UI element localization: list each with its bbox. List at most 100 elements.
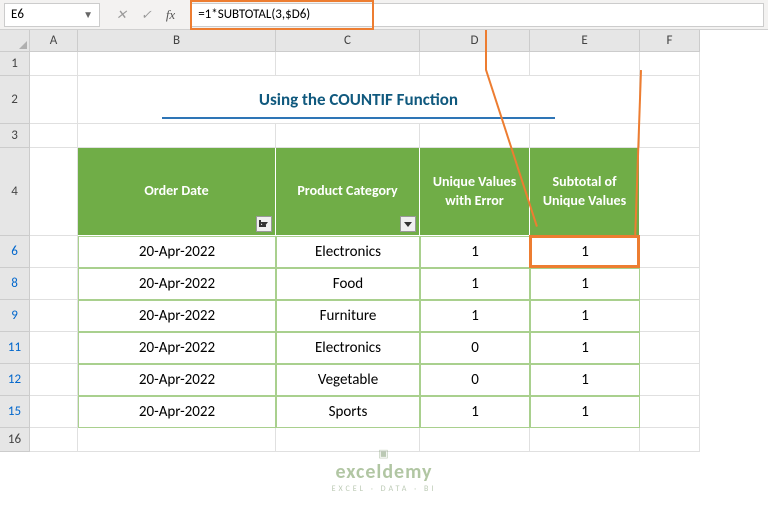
table-row: 20-Apr-2022 Food 1 1	[30, 268, 768, 300]
cell[interactable]	[530, 428, 640, 452]
cell-cat[interactable]: Vegetable	[276, 364, 420, 396]
formula-bar-icons: ✕ ✓ fx	[102, 7, 189, 23]
cell[interactable]	[640, 396, 700, 428]
cell-sub[interactable]: 1	[530, 300, 640, 332]
cell-cat[interactable]: Electronics	[276, 332, 420, 364]
header-product-category[interactable]: Product Category	[276, 148, 420, 236]
cell[interactable]	[640, 332, 700, 364]
row-header-6[interactable]: 6	[0, 236, 30, 268]
cell[interactable]	[78, 52, 276, 76]
cell[interactable]	[276, 52, 420, 76]
cell-sub[interactable]: 1	[530, 364, 640, 396]
cell[interactable]	[78, 428, 276, 452]
row-header-15[interactable]: 15	[0, 396, 30, 428]
cell[interactable]	[30, 396, 78, 428]
cell-uniq[interactable]: 1	[420, 396, 530, 428]
cell[interactable]	[78, 124, 276, 148]
cell[interactable]	[640, 124, 700, 148]
row-header-3[interactable]: 3	[0, 124, 30, 148]
row-headers: 1 2 3 4 6 8 9 11 12 15 16	[0, 52, 30, 452]
name-box-value: E6	[11, 7, 24, 22]
col-header-d[interactable]: D	[420, 30, 530, 52]
header-unique-values[interactable]: Unique Values with Error	[420, 148, 530, 236]
cell-date[interactable]: 20-Apr-2022	[78, 332, 276, 364]
cell[interactable]	[30, 124, 78, 148]
cell-cat[interactable]: Furniture	[276, 300, 420, 332]
cell-sub[interactable]: 1	[530, 332, 640, 364]
row-header-12[interactable]: 12	[0, 364, 30, 396]
page-title: Using the COUNTIF Function	[259, 89, 458, 110]
table-row: 20-Apr-2022 Sports 1 1	[30, 396, 768, 428]
formula-text: =1*SUBTOTAL(3,$D6)	[198, 7, 310, 22]
col-header-c[interactable]: C	[276, 30, 420, 52]
col-header-b[interactable]: B	[78, 30, 276, 52]
name-box[interactable]: E6 ▼	[4, 3, 100, 27]
filter-icon[interactable]	[256, 216, 272, 232]
cell-sub[interactable]: 1	[530, 396, 640, 428]
cell-date[interactable]: 20-Apr-2022	[78, 364, 276, 396]
cell[interactable]	[640, 428, 700, 452]
row-header-1[interactable]: 1	[0, 52, 30, 76]
cell-sub[interactable]: 1	[530, 236, 640, 268]
cell-date[interactable]: 20-Apr-2022	[78, 396, 276, 428]
row-header-2[interactable]: 2	[0, 76, 30, 124]
cell[interactable]	[640, 300, 700, 332]
row-header-8[interactable]: 8	[0, 268, 30, 300]
cell[interactable]	[530, 52, 640, 76]
col-header-f[interactable]: F	[640, 30, 700, 52]
cell[interactable]	[30, 52, 78, 76]
fx-icon[interactable]: fx	[166, 7, 175, 23]
cell[interactable]	[276, 124, 420, 148]
cell[interactable]	[30, 236, 78, 268]
cell-uniq[interactable]: 0	[420, 364, 530, 396]
formula-input[interactable]: =1*SUBTOTAL(3,$D6)	[191, 3, 764, 27]
row-header-11[interactable]: 11	[0, 332, 30, 364]
header-subtotal[interactable]: Subtotal of Unique Values	[530, 148, 640, 236]
cell-sub[interactable]: 1	[530, 268, 640, 300]
header-label: Product Category	[297, 182, 397, 200]
cell[interactable]	[420, 52, 530, 76]
watermark-brand: exceldemy	[332, 460, 437, 484]
cell[interactable]	[30, 364, 78, 396]
watermark: ▣ exceldemy EXCEL · DATA · BI	[332, 447, 437, 494]
header-label: Unique Values with Error	[426, 173, 523, 209]
cell[interactable]	[420, 428, 530, 452]
cell[interactable]	[640, 236, 700, 268]
row-header-16[interactable]: 16	[0, 428, 30, 452]
cell[interactable]	[30, 428, 78, 452]
title-cell[interactable]: Using the COUNTIF Function	[78, 76, 640, 124]
cell[interactable]	[420, 124, 530, 148]
cell[interactable]	[640, 364, 700, 396]
confirm-icon[interactable]: ✓	[141, 7, 152, 23]
cell[interactable]	[30, 268, 78, 300]
name-box-dropdown-icon[interactable]: ▼	[83, 8, 93, 21]
col-header-e[interactable]: E	[530, 30, 640, 52]
header-order-date[interactable]: Order Date	[78, 148, 276, 236]
cell-date[interactable]: 20-Apr-2022	[78, 236, 276, 268]
cell[interactable]	[640, 268, 700, 300]
cell[interactable]	[30, 76, 78, 124]
cell-uniq[interactable]: 1	[420, 300, 530, 332]
cell-date[interactable]: 20-Apr-2022	[78, 300, 276, 332]
cell-uniq[interactable]: 0	[420, 332, 530, 364]
cell-uniq[interactable]: 1	[420, 268, 530, 300]
cell[interactable]	[30, 300, 78, 332]
filter-icon[interactable]	[400, 216, 416, 232]
row-header-9[interactable]: 9	[0, 300, 30, 332]
col-header-a[interactable]: A	[30, 30, 78, 52]
cell-uniq[interactable]: 1	[420, 236, 530, 268]
cell[interactable]	[640, 52, 700, 76]
cell[interactable]	[530, 124, 640, 148]
cell-cat[interactable]: Food	[276, 268, 420, 300]
select-all-button[interactable]	[0, 30, 30, 52]
cell-cat[interactable]: Sports	[276, 396, 420, 428]
cell[interactable]	[30, 332, 78, 364]
row-header-4[interactable]: 4	[0, 148, 30, 236]
cancel-icon[interactable]: ✕	[116, 7, 127, 23]
cell-cat[interactable]: Electronics	[276, 236, 420, 268]
cell-date[interactable]: 20-Apr-2022	[78, 268, 276, 300]
cell[interactable]	[30, 148, 78, 236]
cell[interactable]	[640, 148, 700, 236]
cell[interactable]	[640, 76, 700, 124]
watermark-tagline: EXCEL · DATA · BI	[332, 484, 437, 494]
